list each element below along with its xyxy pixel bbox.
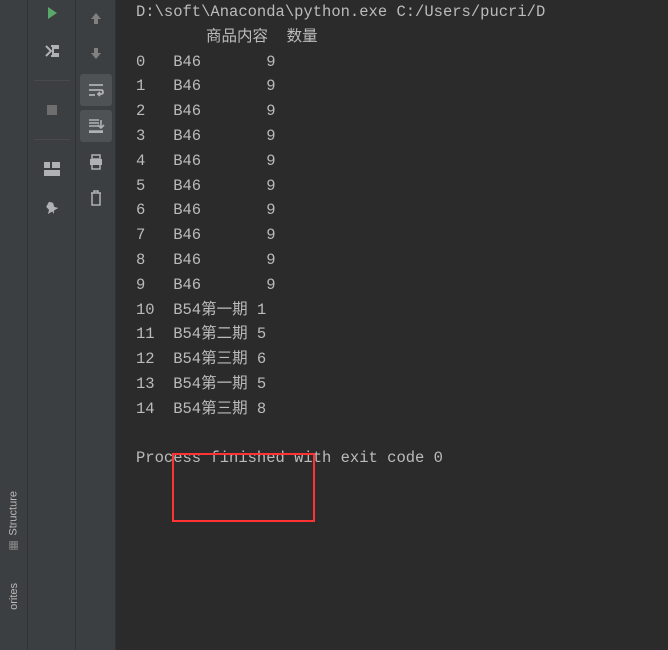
- layout-button[interactable]: [41, 158, 63, 180]
- col-content: 商品内容: [206, 28, 268, 46]
- far-left-toolbar: ▦ Structure orites: [0, 0, 28, 650]
- structure-label: Structure: [8, 491, 20, 536]
- exit-message: Process finished with exit code 0: [136, 446, 668, 471]
- table-row: 4 B46 9: [136, 149, 668, 174]
- toolbar-divider: [34, 80, 70, 81]
- table-row: 3 B46 9: [136, 124, 668, 149]
- table-row: 2 B46 9: [136, 99, 668, 124]
- table-row: 0 B46 9: [136, 50, 668, 75]
- table-row: 6 B46 9: [136, 198, 668, 223]
- structure-tool-window-button[interactable]: ▦ Structure: [7, 491, 20, 553]
- table-row: 14 B54第三期 8: [136, 397, 668, 422]
- command-line: D:\soft\Anaconda\python.exe C:/Users/puc…: [136, 0, 668, 25]
- console-output[interactable]: D:\soft\Anaconda\python.exe C:/Users/puc…: [116, 0, 668, 650]
- table-header: 商品内容 数量: [136, 25, 668, 50]
- favorites-tool-window-button[interactable]: orites: [8, 583, 20, 610]
- down-button[interactable]: [80, 38, 112, 70]
- table-row: 9 B46 9: [136, 273, 668, 298]
- table-row: 13 B54第一期 5: [136, 372, 668, 397]
- stop-button[interactable]: [41, 99, 63, 121]
- rerun-button[interactable]: [41, 2, 63, 24]
- pin-button[interactable]: [41, 196, 63, 218]
- toolbar-divider: [34, 139, 70, 140]
- spacer: [136, 422, 668, 446]
- table-row: 7 B46 9: [136, 223, 668, 248]
- table-row: 11 B54第二期 5: [136, 322, 668, 347]
- table-row: 8 B46 9: [136, 248, 668, 273]
- table-row: 5 B46 9: [136, 174, 668, 199]
- favorites-label: orites: [8, 583, 20, 610]
- run-toolbar: [28, 0, 76, 650]
- scroll-to-end-button[interactable]: [80, 110, 112, 142]
- table-row: 1 B46 9: [136, 74, 668, 99]
- table-row: 10 B54第一期 1: [136, 298, 668, 323]
- table-rows: 0 B46 91 B46 92 B46 93 B46 94 B46 95 B46…: [136, 50, 668, 422]
- soft-wrap-button[interactable]: [80, 74, 112, 106]
- print-button[interactable]: [80, 146, 112, 178]
- up-button[interactable]: [80, 2, 112, 34]
- table-row: 12 B54第三期 6: [136, 347, 668, 372]
- structure-icon: ▦: [7, 540, 20, 553]
- console-actions-toolbar: [76, 0, 116, 650]
- settings-button[interactable]: [41, 40, 63, 62]
- clear-button[interactable]: [80, 182, 112, 214]
- col-quantity: 数量: [287, 28, 318, 46]
